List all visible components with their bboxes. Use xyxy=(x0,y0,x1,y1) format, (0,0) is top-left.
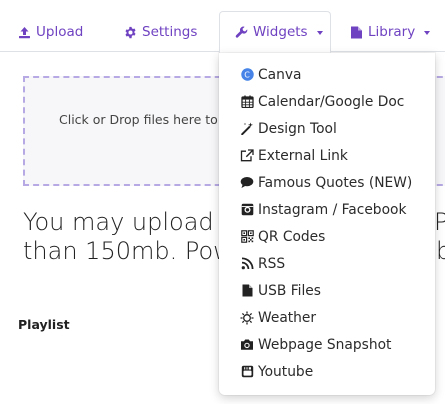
tab-library[interactable]: Library xyxy=(350,12,431,52)
menu-item-label: Youtube xyxy=(258,363,314,380)
info-line-1-end: P xyxy=(434,208,445,236)
menu-item-famous-quotes[interactable]: Famous Quotes (NEW) xyxy=(219,169,435,196)
gear-icon xyxy=(124,26,137,39)
external-link-icon xyxy=(240,149,254,163)
info-line-2-end: b xyxy=(436,237,445,265)
magic-wand-icon xyxy=(240,122,254,136)
tab-widgets-label: Widgets xyxy=(253,24,308,40)
canva-icon: C xyxy=(240,68,254,82)
svg-text:C: C xyxy=(244,70,250,79)
menu-item-weather[interactable]: Weather xyxy=(219,304,435,331)
menu-item-external-link[interactable]: External Link xyxy=(219,142,435,169)
menu-item-label: USB Files xyxy=(258,282,321,299)
menu-item-webpage-snapshot[interactable]: Webpage Snapshot xyxy=(219,331,435,358)
tab-settings[interactable]: Settings xyxy=(124,12,197,52)
menu-item-rss[interactable]: RSS xyxy=(219,250,435,277)
tab-library-label: Library xyxy=(368,24,416,40)
menu-item-label: Famous Quotes (NEW) xyxy=(258,174,413,191)
chevron-down-icon xyxy=(316,30,323,35)
menu-item-youtube[interactable]: Youtube xyxy=(219,358,435,385)
menu-item-label: External Link xyxy=(258,147,348,164)
instagram-icon xyxy=(240,203,254,217)
menu-item-label: Calendar/Google Doc xyxy=(258,93,405,110)
comment-icon xyxy=(240,176,254,190)
youtube-icon xyxy=(240,365,254,379)
menu-item-label: Weather xyxy=(258,309,317,326)
menu-item-usb-files[interactable]: USB Files xyxy=(219,277,435,304)
menu-item-canva[interactable]: C Canva xyxy=(219,61,435,88)
tab-bar: Upload Settings Widgets Library xyxy=(0,0,445,53)
menu-item-label: QR Codes xyxy=(258,228,326,245)
file-icon xyxy=(240,284,254,298)
widgets-dropdown-menu: C Canva Calendar/Google Doc Design Tool … xyxy=(219,53,435,395)
chevron-down-icon xyxy=(424,30,431,35)
camera-icon xyxy=(240,338,254,352)
menu-item-design-tool[interactable]: Design Tool xyxy=(219,115,435,142)
menu-item-label: Design Tool xyxy=(258,120,337,137)
menu-item-label: RSS xyxy=(258,255,286,272)
tab-upload[interactable]: Upload xyxy=(18,12,83,52)
tab-upload-label: Upload xyxy=(36,24,84,40)
tab-settings-label: Settings xyxy=(142,24,198,40)
calendar-icon xyxy=(240,95,254,109)
file-icon xyxy=(350,26,363,39)
page: Upload Settings Widgets Library Click or… xyxy=(0,0,445,404)
menu-item-label: Instagram / Facebook xyxy=(258,201,407,218)
wrench-icon xyxy=(235,26,248,39)
playlist-heading: Playlist xyxy=(18,317,70,332)
rss-icon xyxy=(240,257,254,271)
sun-icon xyxy=(240,311,254,325)
info-line-2: than 150mb. Pow xyxy=(23,237,233,265)
drop-zone-text: Click or Drop files here to xyxy=(59,112,218,127)
menu-item-label: Canva xyxy=(258,66,302,83)
tab-widgets[interactable]: Widgets xyxy=(219,11,331,53)
upload-icon xyxy=(18,26,31,39)
menu-item-calendar[interactable]: Calendar/Google Doc xyxy=(219,88,435,115)
qr-code-icon xyxy=(240,230,254,244)
info-line-1: You may upload p xyxy=(23,208,237,236)
menu-item-label: Webpage Snapshot xyxy=(258,336,392,353)
menu-item-instagram-facebook[interactable]: Instagram / Facebook xyxy=(219,196,435,223)
menu-item-qr-codes[interactable]: QR Codes xyxy=(219,223,435,250)
